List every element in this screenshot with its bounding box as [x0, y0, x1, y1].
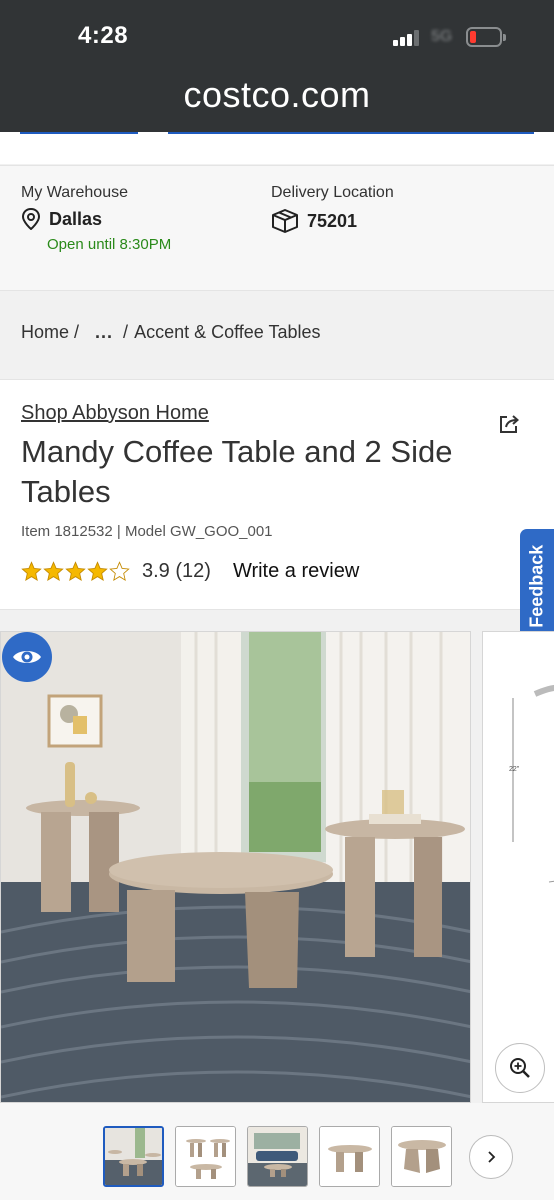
my-warehouse[interactable]: My Warehouse Dallas Open until 8:30PM — [21, 184, 171, 253]
image-gallery: 22" — [0, 631, 554, 1103]
next-product-image-peek[interactable]: 22" — [482, 631, 554, 1103]
thumbnail-set-image — [176, 1127, 235, 1186]
browser-top-bar: 4:28 5G costco.com — [0, 0, 554, 132]
star-icon — [21, 561, 42, 581]
star-icon — [43, 561, 64, 581]
thumbnail-1[interactable] — [103, 1126, 164, 1187]
warehouse-label: My Warehouse — [21, 184, 128, 201]
star-icon — [87, 561, 108, 581]
warehouse-hours: Open until 8:30PM — [47, 236, 172, 253]
thumbnail-lifestyle-image — [248, 1127, 307, 1186]
thumbnail-table-detail-image — [392, 1127, 451, 1186]
share-icon[interactable] — [498, 413, 520, 435]
delivery-zip: 75201 — [307, 210, 358, 231]
product-title: Mandy Coffee Table and 2 Side Tables — [21, 434, 453, 509]
delivery-label: Delivery Location — [271, 184, 394, 201]
star-icon — [65, 561, 86, 581]
write-review-link[interactable]: Write a review — [233, 560, 359, 583]
breadcrumb: Home / ... / Accent & Coffee Tables — [21, 322, 327, 343]
breadcrumb-separator: / — [123, 322, 129, 342]
pin-icon — [21, 208, 41, 230]
eye-icon — [13, 651, 41, 663]
thumbnail-4[interactable] — [319, 1126, 380, 1187]
url-bar[interactable]: costco.com — [0, 74, 554, 116]
network-label: 5G — [431, 28, 453, 45]
thumbnail-coffee-table-image — [320, 1127, 379, 1186]
search-underline — [168, 132, 534, 134]
nav-tab-strip — [0, 132, 554, 164]
status-time: 4:28 — [78, 22, 129, 49]
battery-icon — [466, 27, 506, 47]
thumbnail-5[interactable] — [391, 1126, 452, 1187]
delivery-location[interactable]: Delivery Location 75201 — [271, 184, 394, 234]
thumbnail-3[interactable] — [247, 1126, 308, 1187]
location-panel: My Warehouse Dallas Open until 8:30PM De… — [0, 165, 554, 291]
shop-brand-link[interactable]: Shop Abbyson Home — [21, 402, 209, 425]
box-icon — [272, 209, 298, 233]
star-empty-icon — [109, 561, 130, 581]
next-thumbnails-button[interactable] — [469, 1135, 513, 1179]
tab-underline — [20, 132, 138, 134]
rating-score[interactable]: 3.9 (12) — [142, 560, 211, 583]
thumbnail-2[interactable] — [175, 1126, 236, 1187]
room-scene-image — [1, 632, 470, 1102]
item-model-number: Item 1812532 | Model GW_GOO_001 — [21, 523, 273, 540]
dimension-label: 22" — [509, 766, 520, 773]
product-main-image[interactable] — [0, 631, 471, 1103]
thumbnail-room-image — [105, 1128, 162, 1185]
breadcrumb-current[interactable]: Accent & Coffee Tables — [134, 322, 320, 343]
chevron-right-icon — [488, 1151, 496, 1163]
breadcrumb-ellipsis[interactable]: ... — [95, 322, 113, 343]
product-card: Shop Abbyson Home Mandy Coffee Table and… — [0, 379, 554, 610]
signal-icon — [393, 30, 421, 46]
breadcrumb-home[interactable]: Home / — [21, 322, 79, 343]
dimension-diagram — [512, 684, 554, 883]
warehouse-name: Dallas — [49, 208, 103, 229]
view-in-room-button[interactable] — [2, 632, 52, 682]
zoom-in-icon — [510, 1058, 530, 1078]
zoom-button[interactable] — [495, 1043, 545, 1093]
star-rating[interactable] — [21, 561, 131, 582]
thumbnail-strip — [103, 1126, 463, 1187]
rating-row: 3.9 (12) Write a review — [21, 560, 359, 583]
